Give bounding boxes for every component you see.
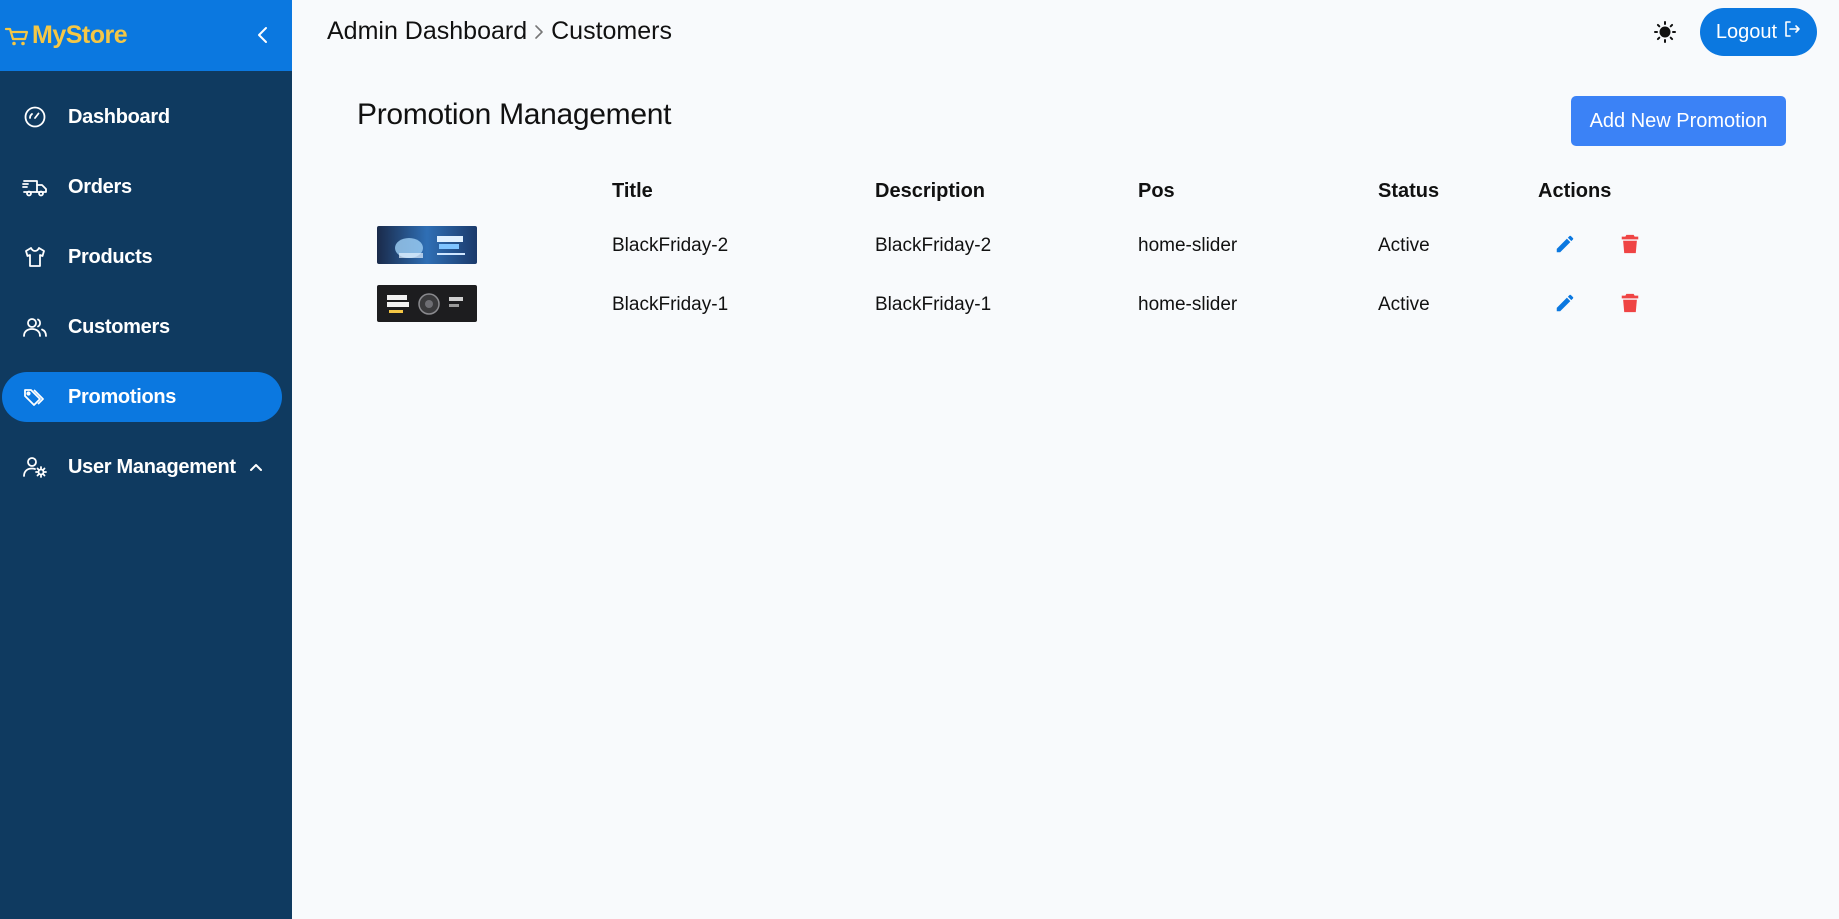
sidebar-item-products[interactable]: Products [2, 232, 282, 282]
promotion-image [377, 226, 477, 264]
sidebar-item-label: Promotions [68, 385, 177, 408]
users-icon [22, 314, 48, 340]
row-status: Active [1378, 235, 1430, 256]
column-header-status: Status [1378, 180, 1440, 202]
top-bar: Admin Dashboard Customers Logout [292, 0, 1839, 66]
row-description: BlackFriday-2 [875, 235, 992, 256]
add-new-promotion-button[interactable]: Add New Promotion [1571, 96, 1786, 146]
page-title: Promotion Management [357, 98, 672, 131]
sidebar-item-label: User Management [68, 455, 236, 478]
user-cog-icon [22, 454, 48, 480]
column-header-pos: Pos [1138, 180, 1175, 202]
truck-icon [22, 174, 48, 200]
column-header-title: Title [612, 180, 653, 202]
gauge-icon [22, 104, 48, 130]
sidebar-item-label: Dashboard [68, 105, 170, 128]
row-status: Active [1378, 294, 1430, 315]
promotion-image [377, 285, 477, 322]
sidebar-item-label: Products [68, 245, 153, 268]
shirt-icon [22, 244, 48, 270]
brand-bar: MyStore [0, 0, 292, 71]
sidebar-item-label: Orders [68, 175, 132, 198]
row-pos: home-slider [1138, 235, 1238, 256]
edit-icon[interactable] [1550, 288, 1580, 318]
collapse-sidebar-icon[interactable] [248, 20, 278, 50]
breadcrumb-root[interactable]: Admin Dashboard [327, 17, 527, 46]
row-description: BlackFriday-1 [875, 294, 992, 315]
sidebar-item-label: Customers [68, 315, 170, 338]
chevron-right-icon [533, 23, 545, 41]
sun-icon[interactable] [1650, 17, 1680, 47]
row-pos: home-slider [1138, 294, 1238, 315]
sidebar-item-user-management[interactable]: User Management [2, 442, 282, 492]
row-title: BlackFriday-1 [612, 294, 729, 315]
tags-icon [22, 384, 48, 410]
sidebar-item-promotions[interactable]: Promotions [2, 372, 282, 422]
brand-name: MyStore [32, 21, 128, 49]
cart-icon [2, 21, 32, 51]
breadcrumb-current: Customers [551, 17, 672, 45]
delete-icon[interactable] [1615, 229, 1645, 259]
column-header-actions: Actions [1538, 180, 1612, 202]
breadcrumb: Admin Dashboard Customers [327, 17, 672, 46]
column-header-description: Description [875, 180, 986, 202]
delete-icon[interactable] [1615, 288, 1645, 318]
row-title: BlackFriday-2 [612, 235, 729, 256]
sidebar-item-orders[interactable]: Orders [2, 162, 282, 212]
logout-icon [1783, 20, 1801, 44]
edit-icon[interactable] [1550, 229, 1580, 259]
sidebar-item-dashboard[interactable]: Dashboard [2, 92, 282, 142]
chevron-up-icon[interactable] [248, 461, 264, 473]
sidebar: MyStore Dashboard Orders Products Custom… [0, 0, 292, 919]
sidebar-item-customers[interactable]: Customers [2, 302, 282, 352]
logout-button[interactable]: Logout [1700, 8, 1817, 56]
logout-label: Logout [1715, 20, 1778, 43]
